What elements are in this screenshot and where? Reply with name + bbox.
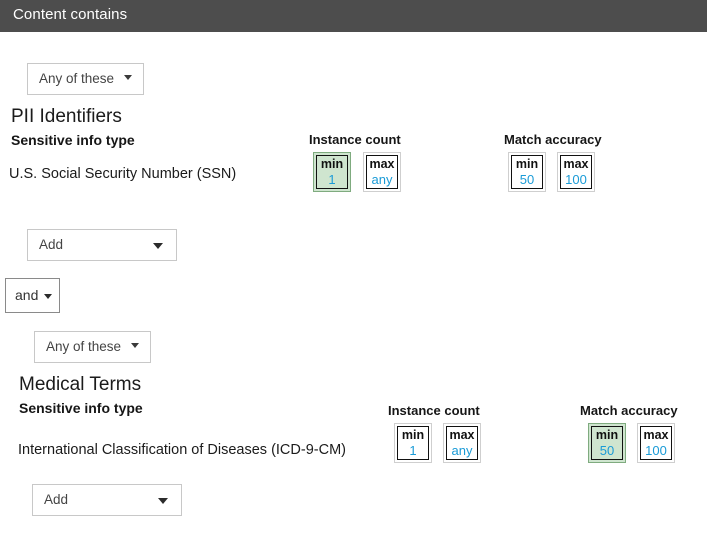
column-header-instance-count: Instance count — [388, 403, 480, 418]
group-subtitle-sensitive-info-type: Sensitive info type — [19, 400, 143, 416]
value-box-value: 50 — [512, 172, 542, 188]
panel-header-bar: Content contains — [0, 0, 707, 32]
add-sensitive-info-type-button-1[interactable]: Add — [27, 229, 177, 261]
match-accuracy-min-box[interactable]: min 50 — [508, 152, 546, 192]
value-box-inner-frame: min 50 — [511, 155, 543, 189]
value-box-value: 1 — [317, 172, 347, 188]
column-header-match-accuracy: Match accuracy — [580, 403, 678, 418]
value-box-inner-frame: min 1 — [397, 426, 429, 460]
condition-selector-1-label: Any of these — [39, 71, 114, 86]
condition-selector-1[interactable]: Any of these — [27, 63, 144, 95]
instance-count-min-box[interactable]: min 1 — [394, 423, 432, 463]
value-box-key: min — [592, 428, 622, 443]
value-box-value: 100 — [561, 172, 591, 188]
value-box-value: 50 — [592, 443, 622, 459]
value-box-value: any — [367, 172, 397, 188]
value-box-value: 1 — [398, 443, 428, 459]
value-box-key: min — [512, 157, 542, 172]
value-box-key: max — [367, 157, 397, 172]
chevron-down-icon — [124, 75, 132, 80]
group-operator-label: and — [15, 287, 38, 303]
chevron-down-icon — [153, 243, 163, 249]
value-box-inner-frame: min 50 — [591, 426, 623, 460]
condition-selector-2[interactable]: Any of these — [34, 331, 151, 363]
group-operator-button[interactable]: and — [5, 278, 60, 313]
sensitive-info-type-name: U.S. Social Security Number (SSN) — [9, 166, 236, 182]
group-title-medical-terms: Medical Terms — [19, 374, 141, 396]
condition-selector-2-label: Any of these — [46, 339, 121, 354]
value-box-value: 100 — [641, 443, 671, 459]
chevron-down-icon — [44, 294, 52, 299]
chevron-down-icon — [131, 343, 139, 348]
value-box-inner-frame: max 100 — [640, 426, 672, 460]
value-box-value: any — [447, 443, 477, 459]
chevron-down-icon — [158, 498, 168, 504]
instance-count-min-box[interactable]: min 1 — [313, 152, 351, 192]
value-box-inner-frame: max any — [446, 426, 478, 460]
group-title-pii-identifiers: PII Identifiers — [11, 106, 122, 128]
page-title: Content contains — [13, 6, 127, 23]
column-header-match-accuracy: Match accuracy — [504, 132, 602, 147]
value-box-key: max — [447, 428, 477, 443]
value-box-key: max — [641, 428, 671, 443]
match-accuracy-max-box[interactable]: max 100 — [637, 423, 675, 463]
group-subtitle-sensitive-info-type: Sensitive info type — [11, 132, 135, 148]
column-header-instance-count: Instance count — [309, 132, 401, 147]
value-box-inner-frame: min 1 — [316, 155, 348, 189]
add-sensitive-info-type-button-2[interactable]: Add — [32, 484, 182, 516]
match-accuracy-min-box[interactable]: min 50 — [588, 423, 626, 463]
add-button-2-label: Add — [44, 492, 68, 507]
instance-count-max-box[interactable]: max any — [443, 423, 481, 463]
value-box-inner-frame: max any — [366, 155, 398, 189]
add-button-1-label: Add — [39, 237, 63, 252]
value-box-key: min — [398, 428, 428, 443]
instance-count-max-box[interactable]: max any — [363, 152, 401, 192]
match-accuracy-max-box[interactable]: max 100 — [557, 152, 595, 192]
sensitive-info-type-name: International Classification of Diseases… — [18, 442, 346, 458]
value-box-key: max — [561, 157, 591, 172]
value-box-inner-frame: max 100 — [560, 155, 592, 189]
value-box-key: min — [317, 157, 347, 172]
